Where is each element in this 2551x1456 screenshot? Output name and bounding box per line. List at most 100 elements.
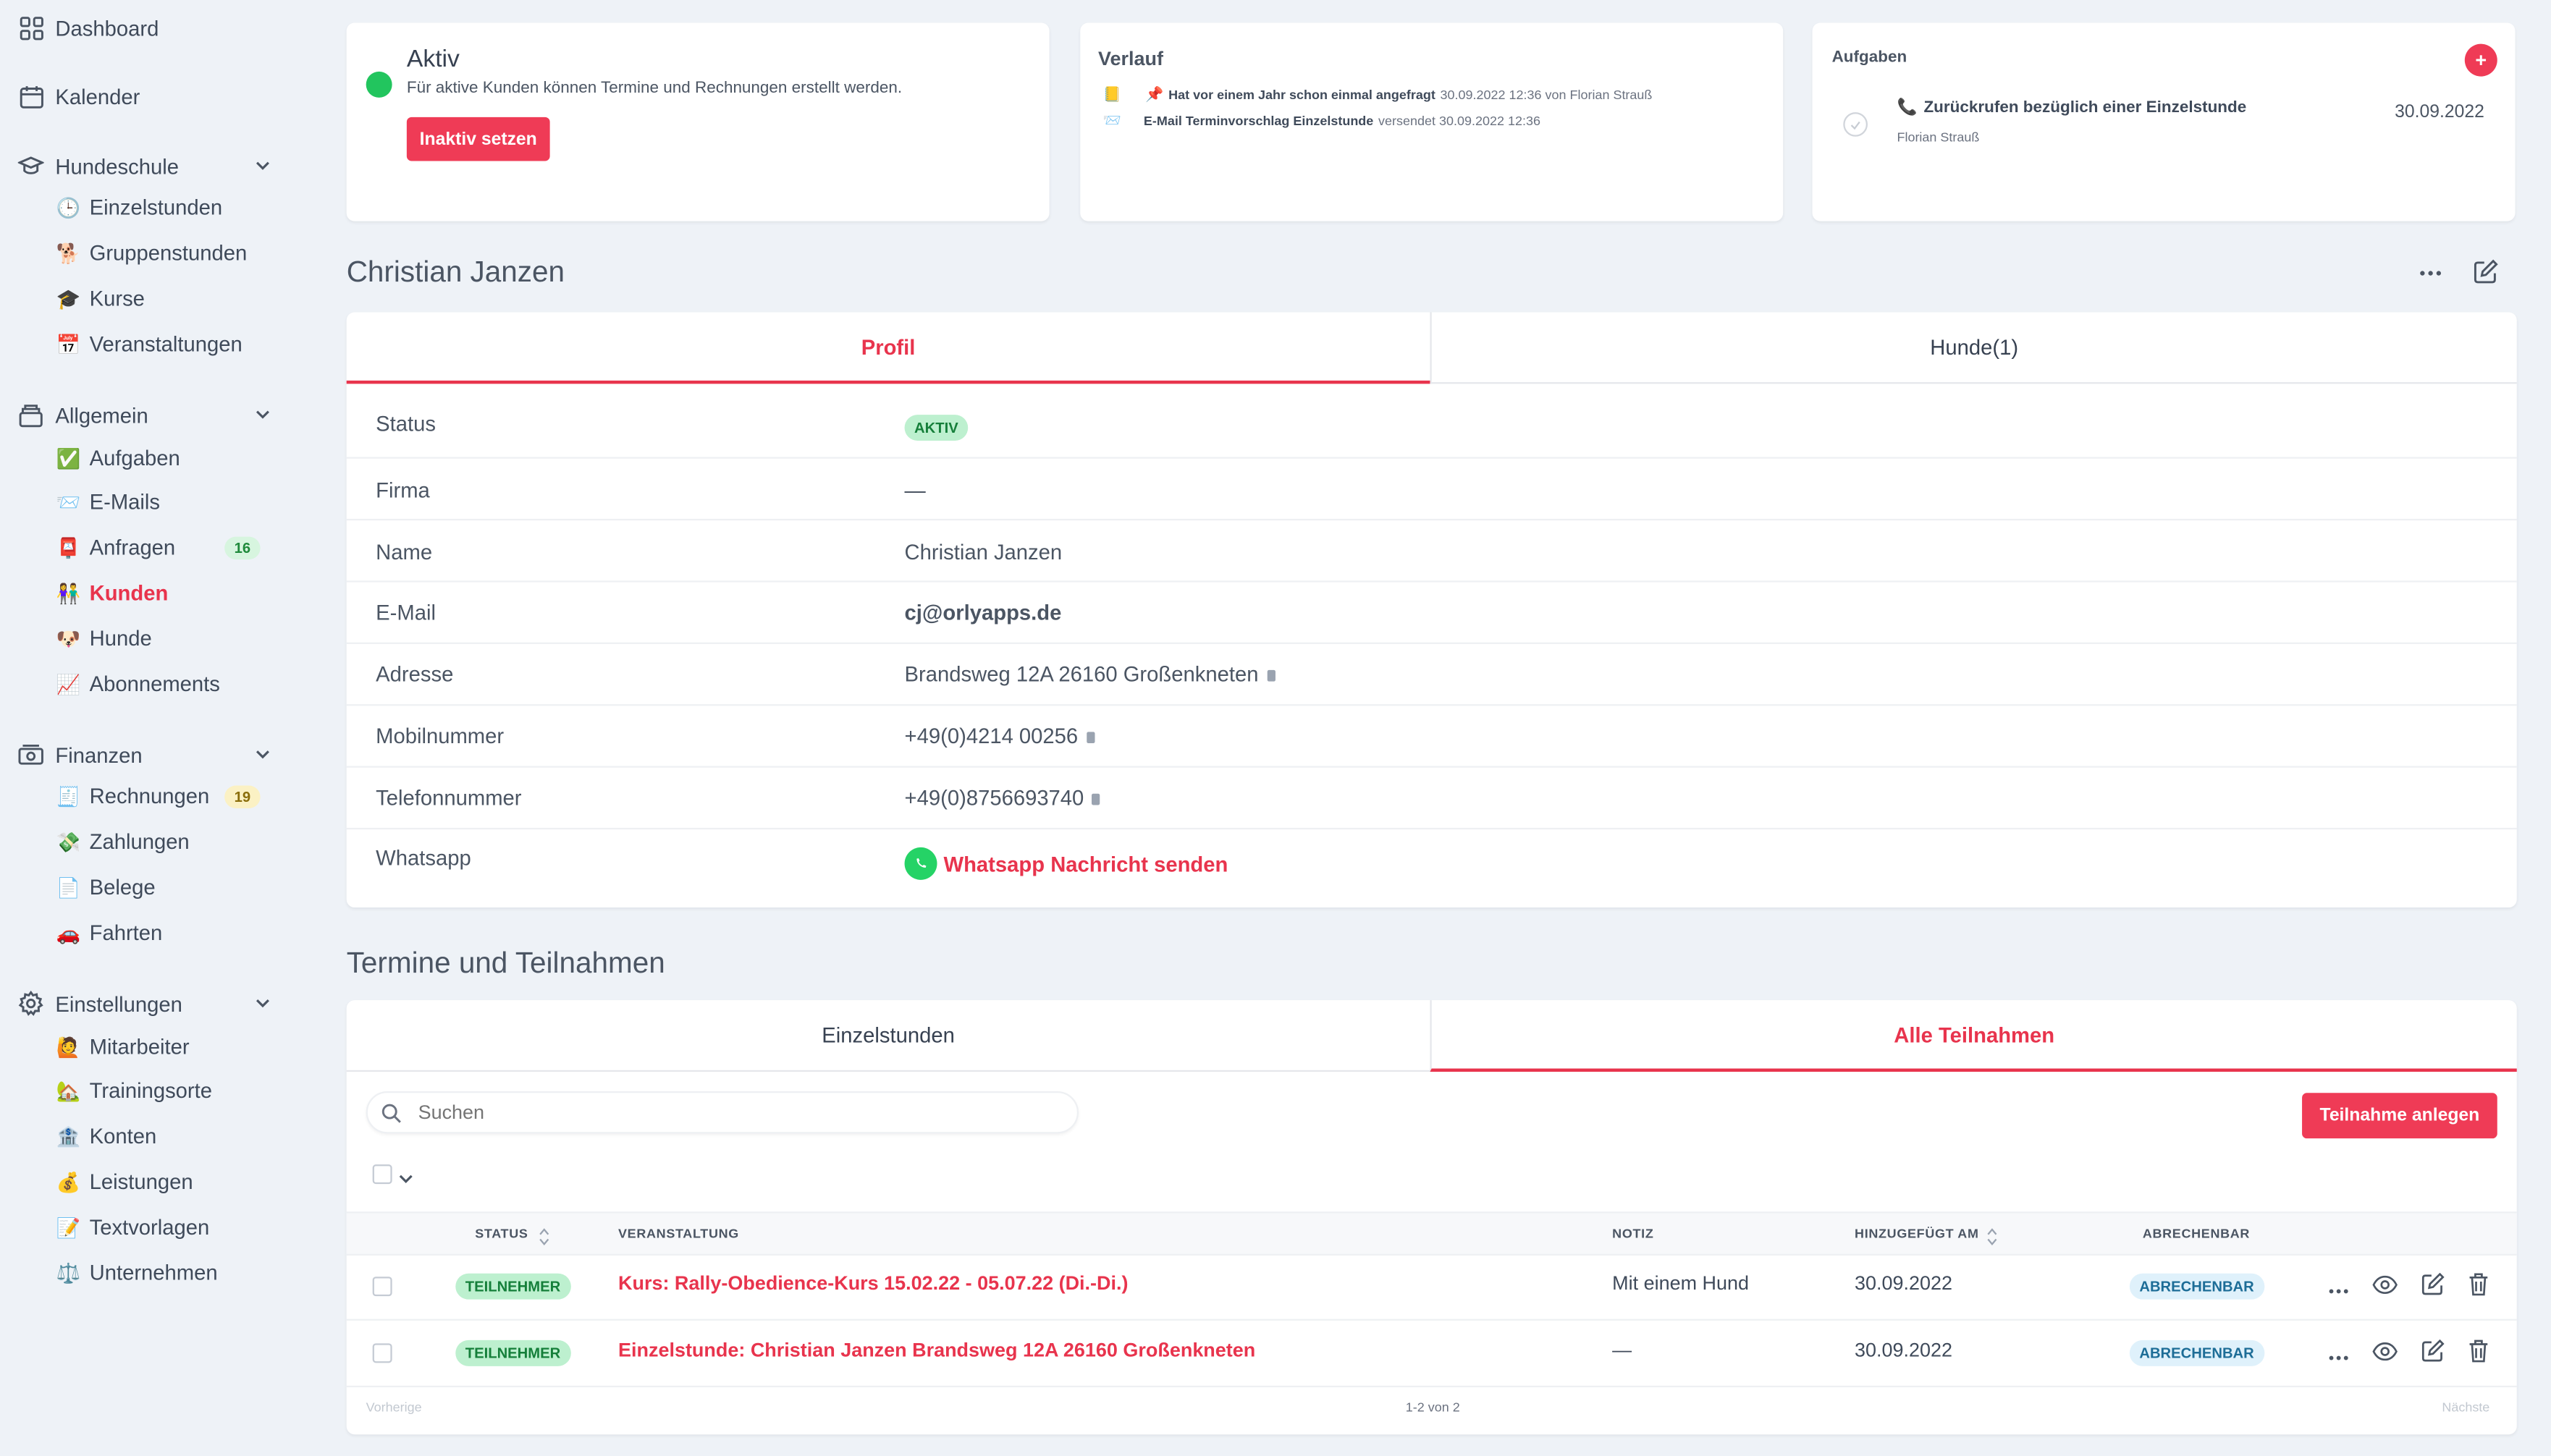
sidebar-group-hundeschule[interactable]: Hundeschule <box>16 151 270 180</box>
table-row[interactable]: TEILNEHMER Einzelstunde: Christian Janze… <box>346 1319 2517 1388</box>
clock-icon: 🕒 <box>56 195 81 219</box>
sidebar-item-mitarbeiter[interactable]: 🙋 Mitarbeiter <box>55 1034 260 1059</box>
whatsapp-icon <box>904 847 937 880</box>
chevron-down-icon[interactable] <box>256 745 270 763</box>
sidebar-item-gruppenstunden[interactable]: 🐕 Gruppenstunden <box>55 241 260 266</box>
sidebar-item-zahlungen[interactable]: 💸 Zahlungen <box>55 829 260 854</box>
sidebar-group-finanzen[interactable]: Finanzen <box>16 740 270 769</box>
search-box[interactable] <box>366 1091 1079 1134</box>
table-row[interactable]: TEILNEHMER Kurs: Rally-Obedience-Kurs 15… <box>346 1252 2517 1321</box>
chevron-down-icon[interactable] <box>399 1163 413 1192</box>
sidebar-group-label: Einstellungen <box>55 991 182 1016</box>
clipboard-icon[interactable] <box>1086 732 1095 744</box>
tab-hunde[interactable]: Hunde(1) <box>1430 312 2517 384</box>
sidebar-group-einstellungen[interactable]: Einstellungen <box>16 989 270 1017</box>
pagination-prev[interactable]: Vorherige <box>366 1400 422 1415</box>
chevron-down-icon[interactable] <box>256 406 270 424</box>
trash-icon[interactable] <box>2468 1271 2489 1304</box>
sidebar-item-leistungen[interactable]: 💰 Leistungen <box>55 1169 260 1194</box>
car-icon: 🚗 <box>56 921 81 944</box>
veranstaltung-link[interactable]: Kurs: Rally-Obedience-Kurs 15.02.22 - 05… <box>618 1271 1128 1294</box>
chevron-down-icon[interactable] <box>256 157 270 175</box>
sort-icon[interactable] <box>539 1224 550 1253</box>
sidebar-item-trainingsorte[interactable]: 🏡 Trainingsorte <box>55 1078 260 1103</box>
sidebar-item-kunden[interactable]: 👫 Kunden <box>55 580 260 605</box>
sidebar-item-emails[interactable]: 📨 E-Mails <box>55 489 260 514</box>
sort-icon[interactable] <box>1986 1224 1998 1253</box>
task-complete-checkbox[interactable] <box>1843 112 1868 137</box>
teilnahme-anlegen-button[interactable]: Teilnahme anlegen <box>2302 1093 2497 1139</box>
sidebar-item-rechnungen[interactable]: 🧾 Rechnungen 19 <box>55 784 261 808</box>
clipboard-icon[interactable] <box>1266 670 1275 682</box>
status-description: Für aktive Kunden können Termine und Rec… <box>406 80 903 98</box>
envelope-icon: 📨 <box>1102 112 1121 129</box>
sidebar-item-dashboard[interactable]: Dashboard <box>16 13 270 42</box>
whatsapp-link[interactable]: Whatsapp Nachricht senden <box>904 847 1228 880</box>
sidebar-item-kalender[interactable]: Kalender <box>16 81 270 110</box>
sidebar-item-label: Unternehmen <box>89 1260 218 1285</box>
sidebar-group-allgemein[interactable]: Allgemein <box>16 400 270 429</box>
people-icon: 👫 <box>56 581 81 604</box>
column-veranstaltung: VERANSTALTUNG <box>618 1226 739 1241</box>
select-all-checkbox[interactable] <box>372 1164 392 1185</box>
row-checkbox[interactable] <box>372 1277 392 1297</box>
more-options-icon[interactable] <box>2416 261 2445 287</box>
eye-icon[interactable] <box>2372 1274 2398 1303</box>
edit-icon[interactable] <box>2421 1339 2445 1371</box>
sidebar-item-unternehmen[interactable]: ⚖️ Unternehmen <box>55 1261 260 1285</box>
person-raising-hand-icon: 🙋 <box>56 1035 81 1058</box>
sidebar-item-label: Rechnungen <box>89 784 210 808</box>
tab-profil[interactable]: Profil <box>346 313 1430 384</box>
sidebar-item-aufgaben[interactable]: ✅ Aufgaben <box>55 446 260 470</box>
field-firma: Firma — <box>346 457 2517 521</box>
task-item[interactable]: 📞 Zurückrufen bezüglich einer Einzelstun… <box>1897 99 2246 117</box>
veranstaltung-link[interactable]: Einzelstunde: Christian Janzen Brandsweg… <box>618 1339 1255 1361</box>
field-label: Telefonnummer <box>376 785 522 810</box>
search-input[interactable] <box>415 1099 1040 1126</box>
tab-einzelstunden[interactable]: Einzelstunden <box>346 1000 1430 1072</box>
pagination-next[interactable]: Nächste <box>2442 1400 2489 1415</box>
add-task-button[interactable]: + <box>2464 43 2497 77</box>
edit-icon[interactable] <box>2421 1271 2445 1304</box>
clipboard-icon[interactable] <box>1092 793 1100 805</box>
sidebar-item-einzelstunden[interactable]: 🕒 Einzelstunden <box>55 195 260 220</box>
sidebar-item-veranstaltungen[interactable]: 📅 Veranstaltungen <box>55 331 260 356</box>
grid-icon <box>16 13 45 42</box>
row-checkbox[interactable] <box>372 1343 392 1363</box>
tab-alle-teilnahmen[interactable]: Alle Teilnahmen <box>1430 1000 2517 1072</box>
sidebar-item-belege[interactable]: 📄 Belege <box>55 875 260 900</box>
graduation-icon: 🎓 <box>56 287 81 310</box>
receipt-icon: 🧾 <box>56 784 81 808</box>
verlauf-entry-text: Hat vor einem Jahr schon einmal angefrag… <box>1168 88 1435 103</box>
status-badge: TEILNEHMER <box>455 1273 570 1300</box>
status-dot-icon <box>366 71 392 98</box>
column-status[interactable]: STATUS <box>475 1227 528 1241</box>
sidebar-item-label: Aufgaben <box>89 445 180 470</box>
more-options-icon[interactable] <box>2328 1340 2349 1369</box>
checkmark-icon: ✅ <box>56 446 81 470</box>
sidebar-item-kurse[interactable]: 🎓 Kurse <box>55 287 260 311</box>
sidebar-item-hunde[interactable]: 🐶 Hunde <box>55 626 260 651</box>
sidebar: Dashboard Kalender Hundeschule 🕒 Einzelst… <box>0 0 293 1455</box>
chevron-down-icon[interactable] <box>256 994 270 1012</box>
sidebar-item-textvorlagen[interactable]: 📝 Textvorlagen <box>55 1215 260 1240</box>
inaktiv-setzen-button[interactable]: Inaktiv setzen <box>406 117 550 161</box>
column-hinzugefuegt[interactable]: HINZUGEFÜGT AM <box>1855 1227 1979 1241</box>
sidebar-item-abonnements[interactable]: 📈 Abonnements <box>55 672 260 696</box>
sidebar-item-label: Belege <box>89 875 156 900</box>
column-notiz: NOTIZ <box>1612 1226 1654 1241</box>
more-options-icon[interactable] <box>2328 1274 2349 1303</box>
trash-icon[interactable] <box>2468 1339 2489 1371</box>
sidebar-item-fahrten[interactable]: 🚗 Fahrten <box>55 920 260 945</box>
document-icon: 📄 <box>56 876 81 899</box>
money-bag-icon: 💰 <box>56 1170 81 1193</box>
search-icon <box>381 1102 402 1123</box>
sidebar-item-anfragen[interactable]: 📮 Anfragen 16 <box>55 535 261 559</box>
sidebar-item-label: Einzelstunden <box>89 195 223 220</box>
field-label: Firma <box>376 478 430 503</box>
eye-icon[interactable] <box>2372 1340 2398 1369</box>
sidebar-item-label: Konten <box>89 1123 157 1148</box>
email-link[interactable]: cj@orlyapps.de <box>905 600 1062 625</box>
sidebar-item-konten[interactable]: 🏦 Konten <box>55 1124 260 1148</box>
edit-icon[interactable] <box>2473 258 2502 287</box>
